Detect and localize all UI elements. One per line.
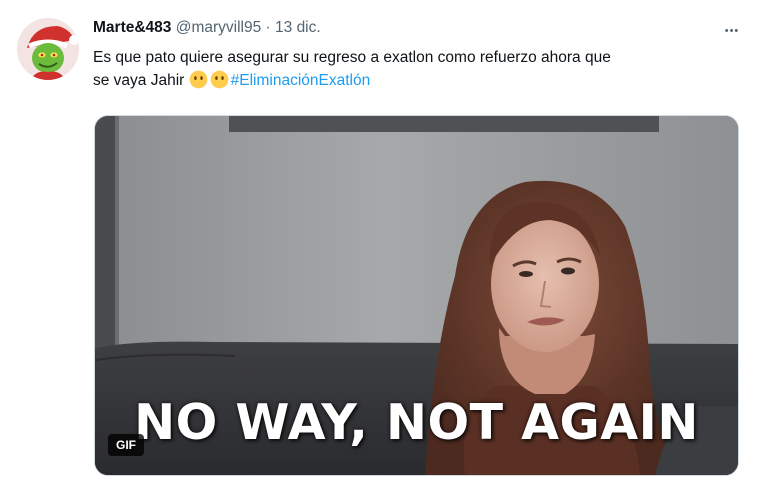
tweet-text: Es que pato quiere asegurar su regreso a… [93, 46, 743, 92]
author-handle[interactable]: @maryvill95 [176, 19, 262, 36]
author-name[interactable]: Marte&483 [93, 19, 171, 36]
tweet-text-line-1: Es que pato quiere asegurar su regreso a… [93, 49, 611, 66]
more-icon: ••• [724, 25, 740, 37]
separator-dot: · [265, 19, 271, 36]
grinch-avatar-icon [17, 18, 79, 80]
face-without-mouth-icon [189, 70, 207, 89]
gif-caption: NO WAY, NOT AGAIN [134, 394, 699, 451]
avatar[interactable] [17, 18, 79, 80]
tweet-text-line-2-prefix: se vaya Jahir [93, 72, 185, 89]
face-without-mouth-icon [210, 70, 228, 89]
more-options-button[interactable]: ••• [716, 19, 748, 43]
tweet-header: Marte&483 @maryvill95 · 13 dic. ••• [93, 19, 748, 43]
timestamp[interactable]: 13 dic. [275, 19, 321, 36]
tweet-text-line-2: se vaya Jahir #EliminaciónExatlón [93, 69, 743, 92]
tweet-card[interactable]: Marte&483 @maryvill95 · 13 dic. ••• Es q… [0, 0, 768, 488]
gif-media[interactable]: NO WAY, NOT AGAIN GIF [94, 115, 739, 476]
gif-badge: GIF [108, 434, 144, 456]
hashtag-link[interactable]: #EliminaciónExatlón [231, 72, 371, 89]
